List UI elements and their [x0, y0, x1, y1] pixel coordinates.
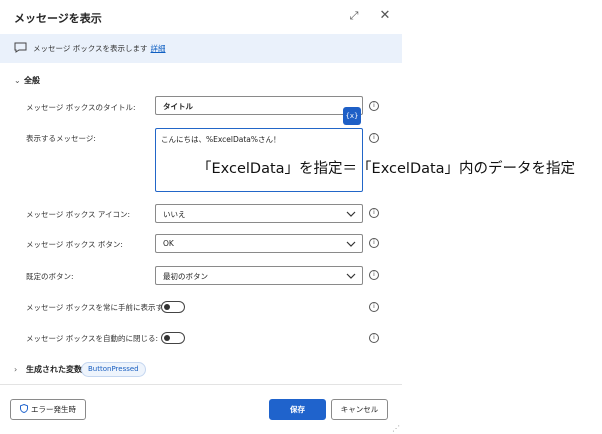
default-button-select[interactable]: 最初のボタン — [155, 266, 363, 285]
buttons-select[interactable]: OK — [155, 234, 363, 253]
title-label: メッセージ ボックスのタイトル: — [26, 103, 136, 112]
details-link[interactable]: 詳細 — [151, 44, 166, 53]
info-bar: メッセージ ボックスを表示します 詳細 — [0, 34, 402, 63]
icon-label: メッセージ ボックス アイコン: — [26, 210, 131, 219]
info-text: メッセージ ボックスを表示します 詳細 — [33, 43, 166, 54]
topmost-toggle[interactable] — [161, 301, 185, 313]
icon-select-value: いいえ — [163, 210, 186, 219]
chevron-down-icon — [346, 273, 356, 279]
buttons-label: メッセージ ボックス ボタン: — [26, 240, 123, 249]
generated-variables-toggle[interactable]: › 生成された変数 — [14, 364, 82, 375]
toggle-knob — [164, 304, 170, 310]
dialog-titlebar: メッセージを表示 ⤢ ✕ — [0, 0, 402, 34]
on-error-label: エラー発生時 — [31, 405, 76, 414]
chevron-right-icon: › — [14, 365, 18, 374]
message-label: 表示するメッセージ: — [26, 134, 96, 143]
dialog-title: メッセージを表示 — [14, 12, 102, 25]
toggle-knob — [164, 335, 170, 341]
title-input[interactable]: タイトル — [155, 96, 363, 115]
buttons-select-value: OK — [163, 239, 174, 248]
info-description: メッセージ ボックスを表示します — [33, 44, 148, 53]
chevron-down-icon — [346, 211, 356, 217]
help-icon[interactable]: i — [369, 101, 379, 111]
generated-variables-label: 生成された変数 — [26, 365, 82, 374]
insert-variable-button[interactable]: {x} — [343, 107, 361, 125]
cancel-button[interactable]: キャンセル — [331, 399, 388, 420]
section-general[interactable]: ⌄ 全般 — [14, 75, 40, 86]
variable-badge[interactable]: ButtonPressed — [81, 362, 146, 377]
default-button-label: 既定のボタン: — [26, 272, 74, 281]
help-icon[interactable]: i — [369, 238, 379, 248]
annotation-text: 「ExcelData」を指定＝「ExcelData」内のデータを指定 — [197, 161, 576, 177]
help-icon[interactable]: i — [369, 270, 379, 280]
save-button[interactable]: 保存 — [269, 399, 326, 420]
help-icon[interactable]: i — [369, 133, 379, 143]
shield-icon — [20, 404, 28, 413]
resize-grip-icon[interactable]: ⋰ — [392, 424, 400, 433]
section-general-label: 全般 — [24, 76, 40, 85]
help-icon[interactable]: i — [369, 208, 379, 218]
message-icon — [14, 42, 27, 53]
help-icon[interactable]: i — [369, 333, 379, 343]
autoclose-label: メッセージ ボックスを自動的に閉じる: — [26, 334, 159, 343]
message-textarea-value: こんにちは、%ExcelData%さん！ — [161, 135, 281, 144]
default-button-select-value: 最初のボタン — [163, 272, 208, 281]
display-message-dialog: メッセージを表示 ⤢ ✕ メッセージ ボックスを表示します 詳細 ⌄ 全般 メッセー… — [0, 0, 402, 434]
title-input-value: タイトル — [163, 102, 193, 111]
close-icon[interactable]: ✕ — [377, 8, 393, 24]
autoclose-toggle[interactable] — [161, 332, 185, 344]
on-error-button[interactable]: エラー発生時 — [10, 399, 86, 420]
chevron-down-icon: ⌄ — [14, 76, 21, 85]
expand-icon[interactable]: ⤢ — [346, 8, 362, 24]
help-icon[interactable]: i — [369, 302, 379, 312]
icon-select[interactable]: いいえ — [155, 204, 363, 223]
footer-divider — [0, 384, 402, 385]
chevron-down-icon — [346, 241, 356, 247]
topmost-label: メッセージ ボックスを常に手前に表示する: — [26, 303, 174, 312]
